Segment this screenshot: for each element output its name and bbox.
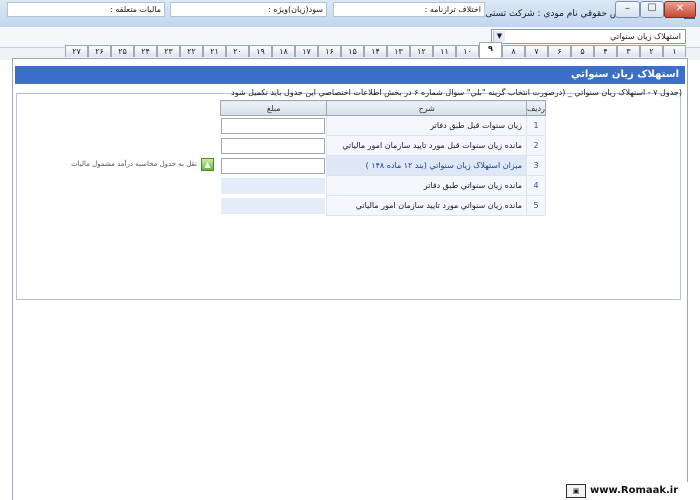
tab-23[interactable]: ۲۳ [157,45,180,57]
tab-14[interactable]: ۱۴ [364,45,387,57]
row-number-cell: 3 [525,155,547,176]
tab-24[interactable]: ۲۴ [134,45,157,57]
tab-2[interactable]: ۲ [640,45,663,57]
chevron-down-icon[interactable]: ▼ [493,31,505,42]
minimize-button[interactable]: – [615,1,640,18]
tab-6[interactable]: ۶ [548,45,571,57]
tab-5[interactable]: ۵ [571,45,594,57]
table-row: مانده زيان سنواتي طبق دفاتر 4 [220,175,547,196]
column-header-amount: مبلغ [219,100,328,116]
amount-cell [220,116,327,136]
profit-loss-field[interactable]: سود(زيان)ويژه : [170,2,327,17]
description-cell: مانده زيان سنواتي مورد تاييد سازمان امور… [326,195,527,216]
row-number-cell: 5 [525,195,547,216]
description-cell: مانده زيان سنوات قبل مورد تاييد سازمان ا… [326,135,527,156]
tab-17[interactable]: ۱۷ [295,45,318,57]
section-title: استهلاک زيان سنواتي [15,66,685,84]
tab-10[interactable]: ۱۰ [456,45,479,57]
tab-divider [12,58,688,59]
amount-input [220,177,325,194]
column-header-row: رديف [525,100,547,116]
amount-cell [220,136,327,156]
amount-input [220,197,325,214]
description-cell: مانده زيان سنواتي طبق دفاتر [326,175,527,196]
tab-21[interactable]: ۲۱ [203,45,226,57]
tab-7[interactable]: ۷ [525,45,548,57]
tab-9[interactable]: ۹ [479,42,502,58]
tab-25[interactable]: ۲۵ [111,45,134,57]
tab-3[interactable]: ۳ [617,45,640,57]
close-button[interactable]: ✕ [664,1,696,18]
amount-cell [220,196,327,216]
amount-cell [220,176,327,196]
maximize-button[interactable]: ☐ [640,1,664,18]
tab-15[interactable]: ۱۵ [341,45,364,57]
tab-13[interactable]: ۱۳ [387,45,410,57]
up-arrow-icon[interactable]: ▲ [201,158,214,171]
form-select-value: استهلاک زيان سنواتي [610,32,681,41]
amount-input[interactable] [220,157,325,174]
table-row: زيان سنوات قبل طبق دفاتر 1 [220,115,547,136]
tab-22[interactable]: ۲۲ [180,45,203,57]
tab-19[interactable]: ۱۹ [249,45,272,57]
column-header-description: شرح [326,100,527,116]
section-description: (جدول ۷ - استهلاک زيان سنواتي _ (درصورت … [231,88,682,97]
site-url: www.Romaak.ir [590,485,679,496]
tab-20[interactable]: ۲۰ [226,45,249,57]
tab-27[interactable]: ۲۷ [65,45,88,57]
description-cell: ميزان استهلاک زيان سنواتي (بند ۱۲ ماده ۱… [326,155,527,176]
row-number-cell: 2 [525,135,547,156]
tab-8[interactable]: ۸ [502,45,525,57]
tab-12[interactable]: ۱۲ [410,45,433,57]
data-table: مبلغ شرح رديف زيان سنوات قبل طبق دفاتر 1 م… [219,100,547,216]
table-row: ميزان استهلاک زيان سنواتي (بند ۱۲ ماده ۱… [220,155,547,176]
amount-input[interactable] [220,117,325,134]
amount-cell [220,156,327,176]
tab-11[interactable]: ۱۱ [433,45,456,57]
form-select[interactable]: استهلاک زيان سنواتي ▼ [491,29,686,44]
transfer-label[interactable]: نقل به جدول محاسبه درآمد مشمول ماليات [71,160,197,168]
row-number-cell: 4 [525,175,547,196]
tab-4[interactable]: ۴ [594,45,617,57]
row-number-cell: 1 [525,115,547,136]
balance-diff-field[interactable]: اختلاف ترازنامه : [333,2,485,17]
tab-26[interactable]: ۲۶ [88,45,111,57]
tab-18[interactable]: ۱۸ [272,45,295,57]
amount-input[interactable] [220,137,325,154]
romaak-logo-icon: ▣ [566,484,586,498]
tax-due-field[interactable]: ماليات متعلقه : [7,2,165,17]
description-cell: زيان سنوات قبل طبق دفاتر [326,115,527,136]
table-row: مانده زيان سنواتي مورد تاييد سازمان امور… [220,195,547,216]
tab-16[interactable]: ۱۶ [318,45,341,57]
table-row: مانده زيان سنوات قبل مورد تاييد سازمان ا… [220,135,547,156]
tab-1[interactable]: ۱ [663,45,686,57]
